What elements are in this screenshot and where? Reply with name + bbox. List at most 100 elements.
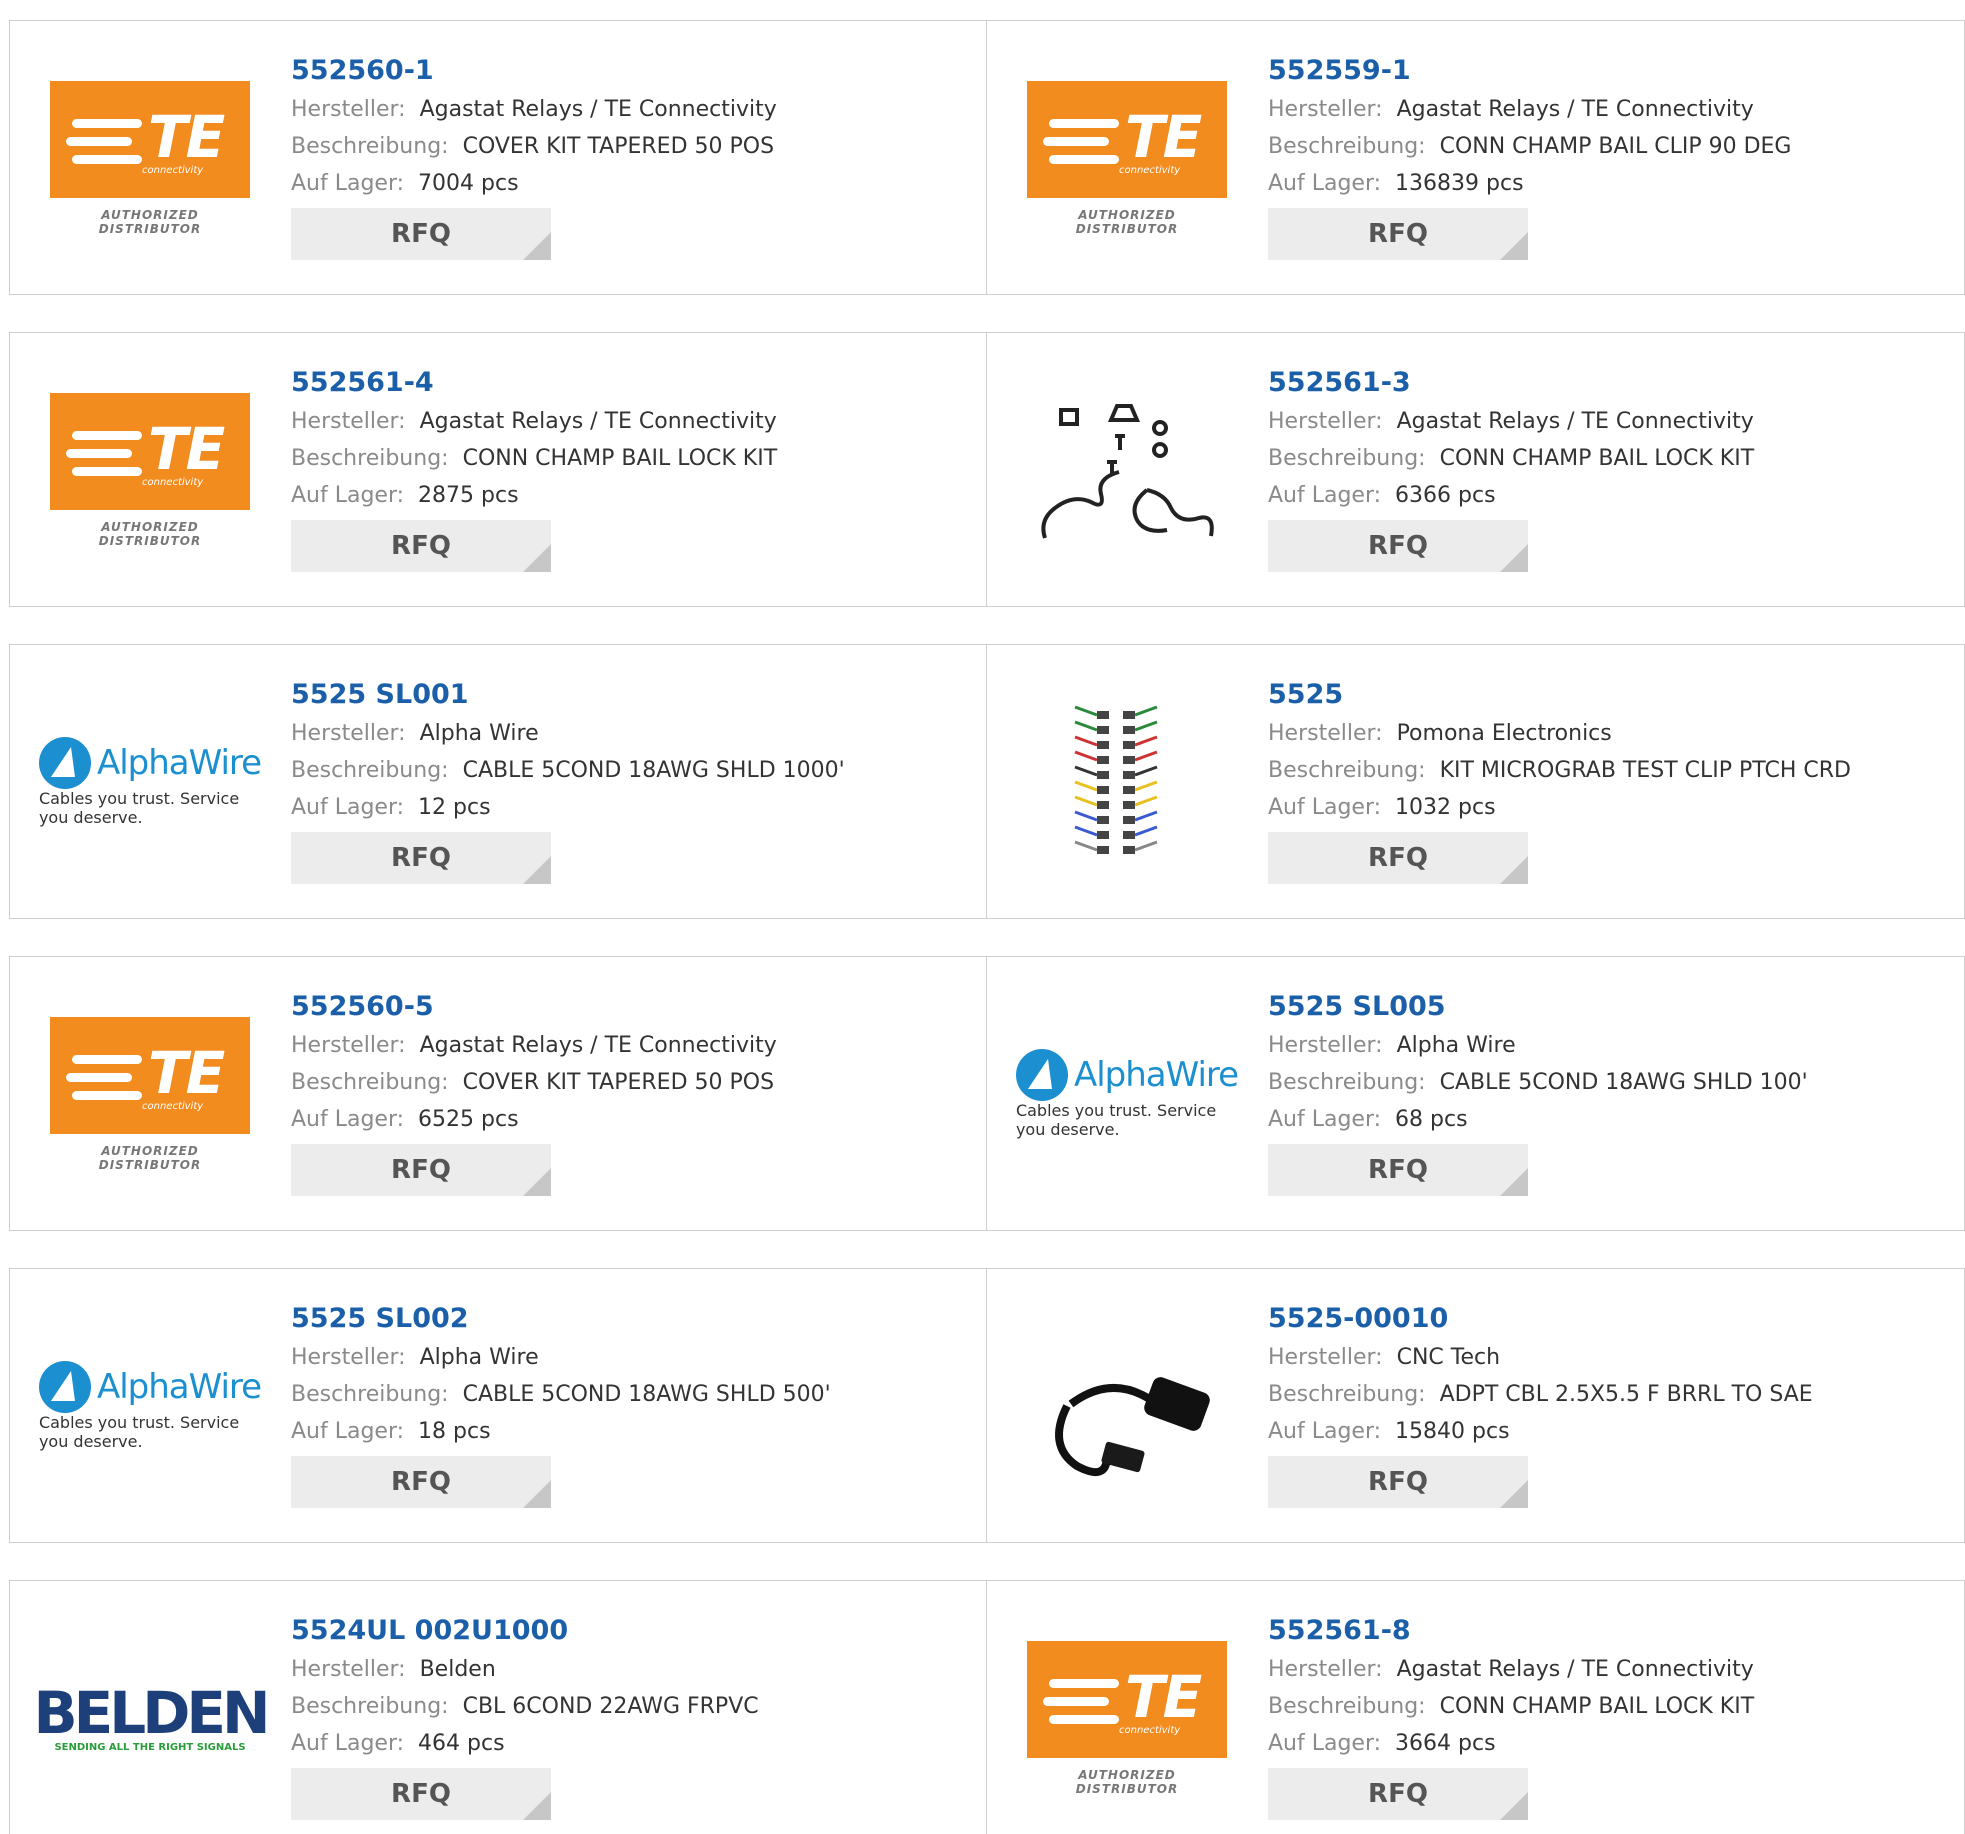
stock-label: Auf Lager: [291,483,405,508]
stock-value: 12 pcs [418,795,491,820]
manufacturer-row: Hersteller: Pomona Electronics [1268,715,1954,752]
stock-label: Auf Lager: [291,1731,405,1756]
adapter-cable-image [1055,1377,1210,1477]
product-card: 5525 Hersteller: Pomona Electronics Besch… [987,644,1965,919]
product-image[interactable] [1027,390,1227,550]
manufacturer-value: Agastat Relays / TE Connectivity [419,97,777,122]
product-image[interactable]: AlphaWire Cables you trust. Service you … [1015,1014,1239,1174]
part-number-link[interactable]: 5524UL 002U1000 [291,1611,976,1651]
description-label: Beschreibung: [291,446,449,471]
rfq-button[interactable]: RFQ [1268,1768,1528,1820]
te-connectivity-logo: TE connectivity AUTHORIZED DISTRIBUTOR [50,1016,250,1172]
description-value: CBL 6COND 22AWG FRPVC [462,1694,759,1719]
rfq-button[interactable]: RFQ [1268,208,1528,260]
product-row: TE connectivity AUTHORIZED DISTRIBUTOR 5… [9,956,1965,1231]
rfq-label: RFQ [391,1467,451,1497]
rfq-button[interactable]: RFQ [1268,520,1528,572]
product-image[interactable]: BELDEN SENDING ALL THE RIGHT SIGNALS [33,1638,270,1798]
part-number-link[interactable]: 552561-4 [291,363,976,403]
part-number-link[interactable]: 552560-1 [291,51,976,91]
product-image[interactable] [1027,702,1227,862]
product-card: AlphaWire Cables you trust. Service you … [9,1268,987,1543]
rfq-button[interactable]: RFQ [1268,1144,1528,1196]
manufacturer-label: Hersteller: [1268,1033,1383,1058]
product-card: BELDEN SENDING ALL THE RIGHT SIGNALS 552… [9,1580,987,1834]
rfq-label: RFQ [1368,531,1428,561]
manufacturer-row: Hersteller: Agastat Relays / TE Connectiv… [291,403,976,440]
stock-value: 7004 pcs [418,171,519,196]
product-image[interactable]: AlphaWire Cables you trust. Service you … [38,1326,262,1486]
description-label: Beschreibung: [1268,134,1426,159]
description-label: Beschreibung: [291,758,449,783]
rfq-button[interactable]: RFQ [291,1144,551,1196]
stock-label: Auf Lager: [1268,1107,1382,1132]
manufacturer-value: Agastat Relays / TE Connectivity [419,409,777,434]
part-number-link[interactable]: 5525 SL002 [291,1299,976,1339]
description-label: Beschreibung: [1268,1070,1426,1095]
product-image[interactable]: TE connectivity AUTHORIZED DISTRIBUTOR [1027,78,1227,238]
manufacturer-value: Agastat Relays / TE Connectivity [1396,97,1754,122]
rfq-label: RFQ [391,1779,451,1809]
rfq-button[interactable]: RFQ [291,1768,551,1820]
product-row: BELDEN SENDING ALL THE RIGHT SIGNALS 552… [9,1580,1965,1834]
rfq-button[interactable]: RFQ [291,520,551,572]
description-label: Beschreibung: [291,1382,449,1407]
manufacturer-row: Hersteller: Agastat Relays / TE Connectiv… [291,91,976,128]
product-image[interactable]: AlphaWire Cables you trust. Service you … [38,702,262,862]
stock-label: Auf Lager: [291,1419,405,1444]
corner-triangle-icon [523,1792,551,1820]
bail-lock-kit-image [1041,404,1214,539]
rfq-button[interactable]: RFQ [291,1456,551,1508]
part-number-link[interactable]: 5525 SL001 [291,675,976,715]
stock-label: Auf Lager: [291,171,405,196]
rfq-label: RFQ [391,843,451,873]
rfq-label: RFQ [1368,1155,1428,1185]
product-card: AlphaWire Cables you trust. Service you … [987,956,1965,1231]
product-row: AlphaWire Cables you trust. Service you … [9,1268,1965,1543]
product-image[interactable]: TE connectivity AUTHORIZED DISTRIBUTOR [50,78,250,238]
part-number-link[interactable]: 552561-3 [1268,363,1954,403]
product-grid: TE connectivity AUTHORIZED DISTRIBUTOR 5… [9,20,1965,1834]
corner-triangle-icon [1500,856,1528,884]
corner-triangle-icon [1500,544,1528,572]
part-number-link[interactable]: 552560-5 [291,987,976,1027]
stock-value: 2875 pcs [418,483,519,508]
stock-row: Auf Lager: 18 pcs [291,1413,976,1450]
product-info: 5525 SL002 Hersteller: Alpha Wire Beschre… [291,1299,976,1508]
rfq-button[interactable]: RFQ [291,832,551,884]
rfq-button[interactable]: RFQ [1268,1456,1528,1508]
description-row: Beschreibung: COVER KIT TAPERED 50 POS [291,1064,976,1101]
part-number-link[interactable]: 5525-00010 [1268,1299,1954,1339]
product-info: 5525 SL005 Hersteller: Alpha Wire Beschre… [1268,987,1954,1196]
product-image[interactable]: TE connectivity AUTHORIZED DISTRIBUTOR [1027,1638,1227,1798]
manufacturer-value: Agastat Relays / TE Connectivity [419,1033,777,1058]
product-image[interactable] [1027,1326,1227,1486]
product-card: 552561-3 Hersteller: Agastat Relays / TE … [987,332,1965,607]
stock-value: 68 pcs [1395,1107,1468,1132]
description-row: Beschreibung: CABLE 5COND 18AWG SHLD 500' [291,1376,976,1413]
part-number-link[interactable]: 552561-8 [1268,1611,1954,1651]
part-number-link[interactable]: 5525 SL005 [1268,987,1954,1027]
corner-triangle-icon [523,544,551,572]
manufacturer-label: Hersteller: [291,1033,406,1058]
manufacturer-row: Hersteller: Agastat Relays / TE Connectiv… [1268,403,1954,440]
manufacturer-value: Alpha Wire [419,1345,539,1370]
corner-triangle-icon [1500,1792,1528,1820]
rfq-button[interactable]: RFQ [1268,832,1528,884]
part-number-link[interactable]: 552559-1 [1268,51,1954,91]
corner-triangle-icon [523,1168,551,1196]
description-value: CONN CHAMP BAIL CLIP 90 DEG [1439,134,1792,159]
manufacturer-label: Hersteller: [1268,1657,1383,1682]
te-connectivity-logo: TE connectivity AUTHORIZED DISTRIBUTOR [50,392,250,548]
product-image[interactable]: TE connectivity AUTHORIZED DISTRIBUTOR [50,1014,250,1174]
stock-label: Auf Lager: [1268,483,1382,508]
product-card: TE connectivity AUTHORIZED DISTRIBUTOR 5… [9,956,987,1231]
rfq-button[interactable]: RFQ [291,208,551,260]
product-card: TE connectivity AUTHORIZED DISTRIBUTOR 5… [987,1580,1965,1834]
manufacturer-label: Hersteller: [1268,97,1383,122]
stock-row: Auf Lager: 7004 pcs [291,165,976,202]
manufacturer-row: Hersteller: CNC Tech [1268,1339,1954,1376]
part-number-link[interactable]: 5525 [1268,675,1954,715]
product-card: TE connectivity AUTHORIZED DISTRIBUTOR 5… [9,20,987,295]
product-image[interactable]: TE connectivity AUTHORIZED DISTRIBUTOR [50,390,250,550]
